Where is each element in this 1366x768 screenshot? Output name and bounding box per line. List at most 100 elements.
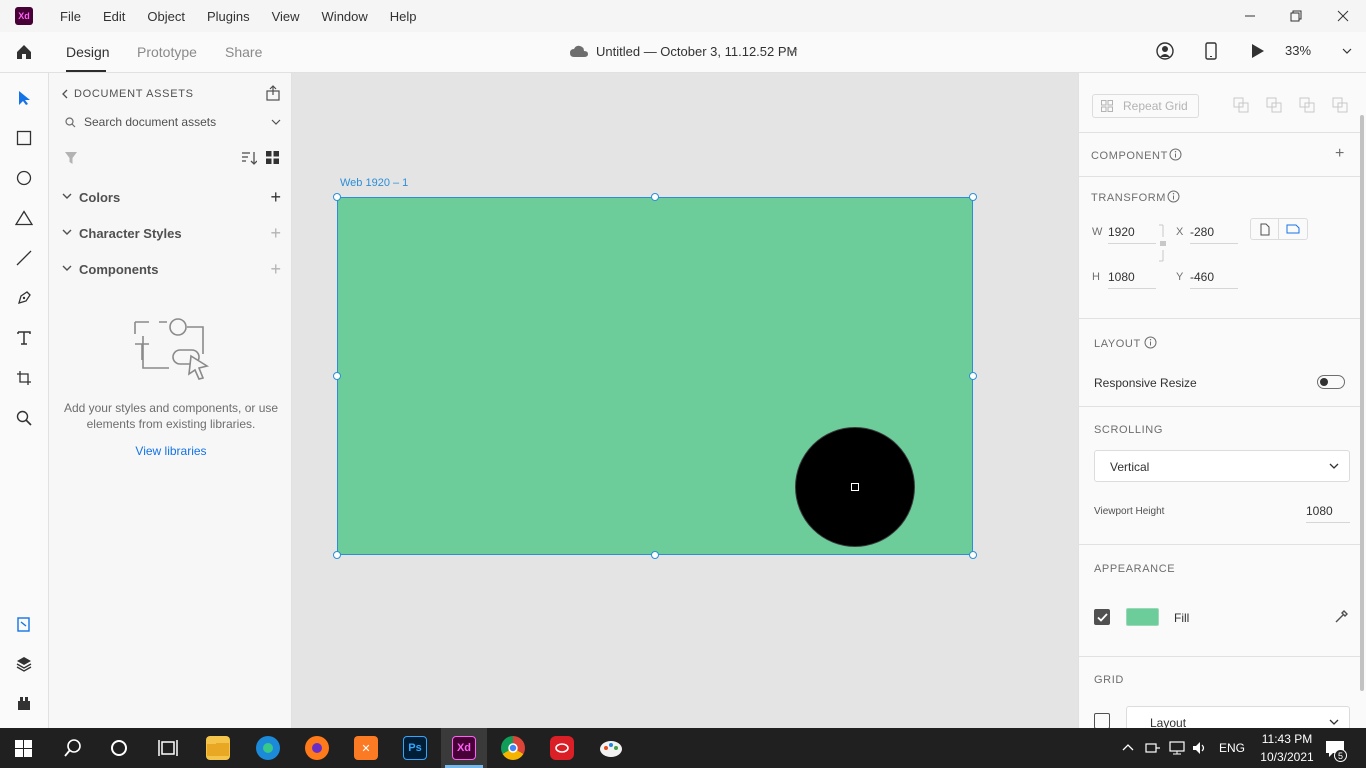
menu-help[interactable]: Help <box>379 9 428 24</box>
language-indicator[interactable]: ENG <box>1219 741 1245 755</box>
zoom-tool-icon[interactable] <box>14 408 34 428</box>
home-icon[interactable] <box>15 43 33 61</box>
width-input[interactable]: 1920 <box>1108 225 1156 244</box>
resize-handle-top-right[interactable] <box>969 193 977 201</box>
x-input[interactable]: -280 <box>1190 225 1238 244</box>
file-explorer-icon[interactable] <box>206 736 230 760</box>
clock-date[interactable]: 10/3/2021 <box>1257 750 1317 764</box>
resize-handle-bottom[interactable] <box>651 551 659 559</box>
play-preview-icon[interactable] <box>1251 43 1265 59</box>
grid-view-icon[interactable] <box>266 151 279 164</box>
menu-view[interactable]: View <box>261 9 311 24</box>
ellipse-tool-icon[interactable] <box>14 168 34 188</box>
character-styles-section[interactable]: Character Styles + <box>61 223 281 243</box>
minimize-button[interactable] <box>1227 0 1273 32</box>
resize-handle-bottom-right[interactable] <box>969 551 977 559</box>
polygon-tool-icon[interactable] <box>14 208 34 228</box>
fill-checkbox[interactable] <box>1094 609 1110 625</box>
intersect-boolean-icon[interactable] <box>1299 97 1315 113</box>
design-canvas[interactable]: Web 1920 – 1 <box>292 73 1078 728</box>
export-icon[interactable] <box>265 85 281 101</box>
network-adapter-icon[interactable] <box>1145 741 1161 755</box>
share-user-icon[interactable] <box>1156 42 1174 60</box>
menu-plugins[interactable]: Plugins <box>196 9 261 24</box>
view-libraries-link[interactable]: View libraries <box>61 444 281 458</box>
xampp-icon[interactable]: ✕ <box>354 736 378 760</box>
landscape-icon[interactable] <box>1279 219 1307 239</box>
select-tool-icon[interactable] <box>14 88 34 108</box>
artboard-tool-icon[interactable] <box>14 368 34 388</box>
restore-button[interactable] <box>1273 0 1319 32</box>
repeat-grid-button[interactable]: Repeat Grid <box>1092 94 1199 118</box>
resize-handle-right[interactable] <box>969 372 977 380</box>
grid-checkbox[interactable] <box>1094 713 1110 729</box>
line-tool-icon[interactable] <box>14 248 34 268</box>
tray-chevron-up-icon[interactable] <box>1122 743 1134 751</box>
xd-taskbar-icon[interactable]: Xd <box>452 736 476 760</box>
resize-handle-left[interactable] <box>333 372 341 380</box>
y-input[interactable]: -460 <box>1190 270 1238 289</box>
portrait-icon[interactable] <box>1251 219 1279 239</box>
clock-time[interactable]: 11:43 PM <box>1257 732 1317 746</box>
artboard[interactable] <box>337 197 973 555</box>
resize-handle-bottom-left[interactable] <box>333 551 341 559</box>
chevron-down-icon[interactable] <box>788 47 798 55</box>
grid-type-dropdown[interactable]: Layout <box>1126 706 1350 728</box>
firefox-icon[interactable] <box>305 736 329 760</box>
scrolling-dropdown[interactable]: Vertical <box>1094 450 1350 482</box>
sort-icon[interactable] <box>241 151 257 165</box>
subtract-boolean-icon[interactable] <box>1266 97 1282 113</box>
chrome-icon[interactable] <box>501 736 525 760</box>
add-boolean-icon[interactable] <box>1233 97 1249 113</box>
document-title[interactable]: Untitled — October 3, 11.12.52 PM <box>596 44 797 59</box>
creative-cloud-icon[interactable] <box>550 736 574 760</box>
artboard-name[interactable]: Web 1920 – 1 <box>340 177 408 189</box>
edge-icon[interactable] <box>256 736 280 760</box>
layers-icon[interactable] <box>14 654 34 674</box>
height-input[interactable]: 1080 <box>1108 270 1156 289</box>
resize-handle-top-left[interactable] <box>333 193 341 201</box>
plugins-icon[interactable] <box>14 694 34 714</box>
document-assets-icon[interactable] <box>14 614 34 634</box>
tab-share[interactable]: Share <box>225 44 262 60</box>
paint-3d-icon[interactable] <box>599 736 623 760</box>
text-tool-icon[interactable] <box>14 328 34 348</box>
rectangle-tool-icon[interactable] <box>14 128 34 148</box>
search-chevron-down-icon[interactable] <box>271 119 281 126</box>
resize-handle-top[interactable] <box>651 193 659 201</box>
colors-section[interactable]: Colors + <box>61 187 281 207</box>
windows-start-icon[interactable] <box>15 740 32 757</box>
search-icon[interactable] <box>64 739 82 757</box>
responsive-resize-toggle[interactable] <box>1317 375 1345 389</box>
pen-tool-icon[interactable] <box>14 288 34 308</box>
menu-window[interactable]: Window <box>311 9 379 24</box>
search-input[interactable]: Search document assets <box>84 115 216 129</box>
exclude-boolean-icon[interactable] <box>1332 97 1348 113</box>
display-icon[interactable] <box>1169 741 1185 755</box>
info-icon[interactable] <box>1169 148 1182 161</box>
info-icon[interactable] <box>1144 336 1157 349</box>
menu-object[interactable]: Object <box>136 9 196 24</box>
viewport-height-input[interactable]: 1080 <box>1306 504 1350 523</box>
filter-icon[interactable] <box>65 152 77 164</box>
orientation-toggle[interactable] <box>1250 218 1308 240</box>
eyedropper-icon[interactable] <box>1335 609 1349 623</box>
add-component-icon[interactable]: + <box>270 259 281 280</box>
add-color-icon[interactable]: + <box>270 187 281 208</box>
fill-color-swatch[interactable] <box>1126 608 1159 626</box>
zoom-level[interactable]: 33% <box>1285 43 1311 58</box>
lock-aspect-icon[interactable] <box>1159 223 1167 263</box>
mobile-preview-icon[interactable] <box>1205 42 1217 60</box>
inspector-scrollbar[interactable] <box>1360 115 1364 691</box>
close-button[interactable] <box>1320 0 1366 32</box>
back-chevron-icon[interactable] <box>61 89 69 99</box>
tab-design[interactable]: Design <box>66 44 110 60</box>
add-component-icon[interactable]: + <box>1335 145 1344 163</box>
cortana-icon[interactable] <box>110 739 128 757</box>
task-view-icon[interactable] <box>158 739 178 757</box>
zoom-chevron-down-icon[interactable] <box>1342 47 1352 55</box>
info-icon[interactable] <box>1167 190 1180 203</box>
components-section[interactable]: Components + <box>61 259 281 279</box>
volume-icon[interactable] <box>1192 740 1208 756</box>
tab-prototype[interactable]: Prototype <box>137 44 197 60</box>
